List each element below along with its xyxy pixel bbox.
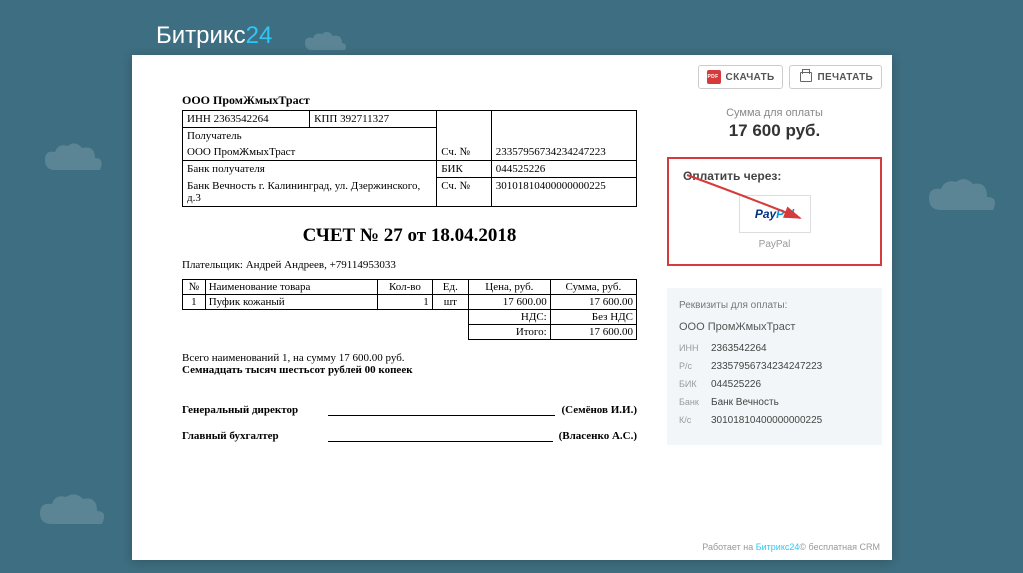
invoice-title: СЧЕТ № 27 от 18.04.2018 [182,225,637,247]
table-row: 1 Пуфик кожаный 1 шт 17 600.00 17 600.00 [183,294,637,309]
pay-via-block: Оплатить через: PayPal PayPal [667,157,882,266]
items-table: № Наименование товара Кол-во Ед. Цена, р… [182,279,637,340]
signatures: Генеральный директор (Семёнов И.И.) Глав… [182,404,637,442]
pdf-icon [707,70,721,84]
amount-block: Сумма для оплаты 17 600 руб. [667,107,882,141]
document-page: ООО ПромЖмыхТраст ИНН 2363542264 КПП 392… [132,55,892,560]
summary: Всего наименований 1, на сумму 17 600.00… [182,352,637,376]
invoice-document: ООО ПромЖмыхТраст ИНН 2363542264 КПП 392… [142,65,657,550]
brand-logo: Битрикс24 [156,22,272,50]
download-button[interactable]: СКАЧАТЬ [698,65,784,89]
paypal-icon: PayPal [755,207,794,221]
print-icon [798,70,812,84]
paypal-button[interactable]: PayPal [739,195,811,233]
amount-value: 17 600 руб. [667,121,882,141]
payer-info: Плательщик: Андрей Андреев, +79114953033 [182,259,637,271]
footer-link[interactable]: Битрикс24 [756,542,800,552]
company-name: ООО ПромЖмыхТраст [182,93,637,108]
footer: Работает на Битрикс24© бесплатная CRM [702,542,880,552]
print-button[interactable]: ПЕЧАТАТЬ [789,65,882,89]
bank-details-table: ИНН 2363542264 КПП 392711327 Получатель … [182,110,637,207]
requisites-block: Реквизиты для оплаты: ООО ПромЖмыхТраст … [667,288,882,445]
sidebar: СКАЧАТЬ ПЕЧАТАТЬ Сумма для оплаты 17 600… [667,65,882,550]
